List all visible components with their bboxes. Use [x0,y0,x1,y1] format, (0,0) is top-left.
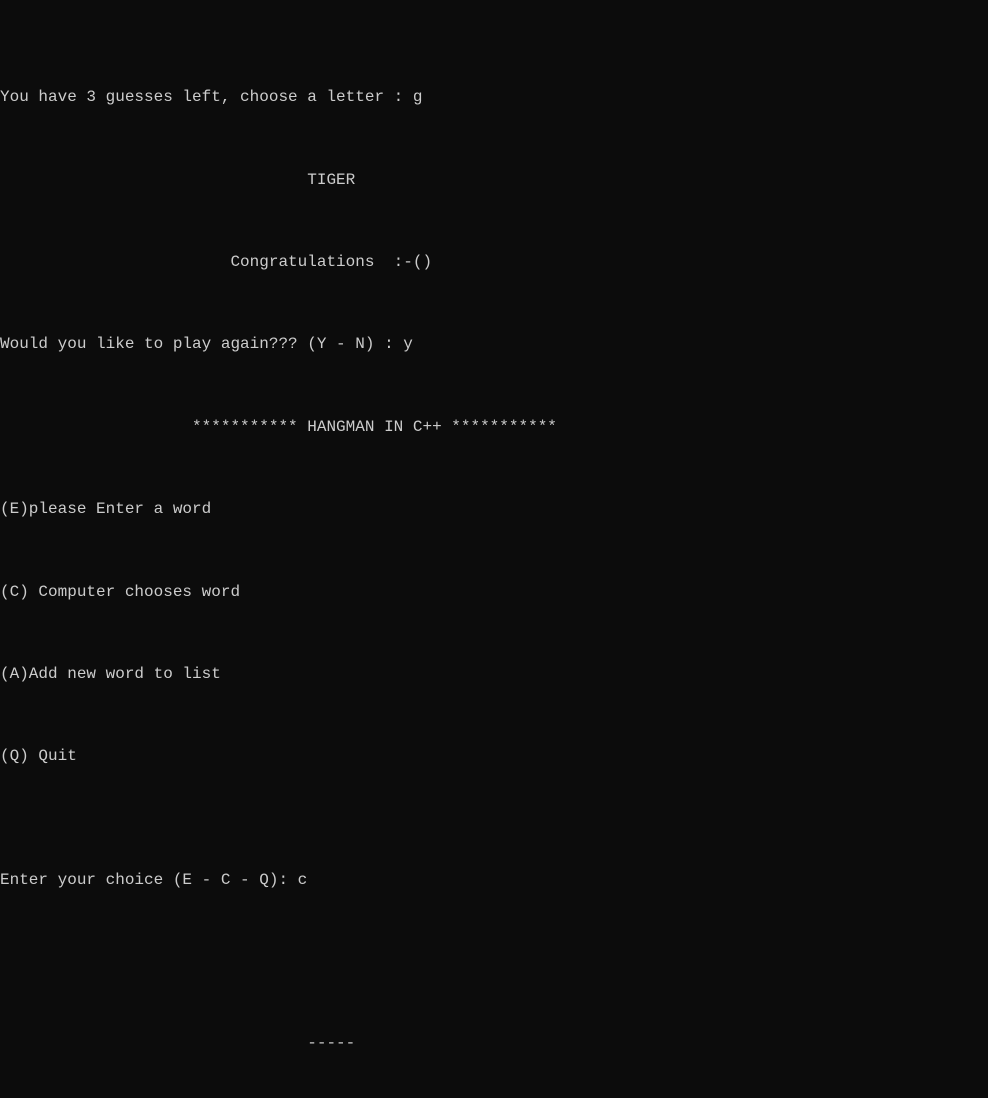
menu-option-c: (C) Computer chooses word [0,582,988,603]
blank-line [0,294,988,314]
output-line-congrats: Congratulations :-() [0,252,988,273]
blank-line [0,129,988,149]
blank-line [0,706,988,726]
output-line-choice-prompt: Enter your choice (E - C - Q): c [0,870,988,891]
blank-line [0,458,988,478]
menu-option-e: (E)please Enter a word [0,499,988,520]
blank-line [0,376,988,396]
blank-line [0,829,988,849]
output-line-guesses-3: You have 3 guesses left, choose a letter… [0,87,988,108]
blank-line [0,993,988,1013]
blank-line [0,952,988,972]
output-line-dashes: ----- [0,1033,988,1054]
output-line-play-again: Would you like to play again??? (Y - N) … [0,334,988,355]
menu-option-a: (A)Add new word to list [0,664,988,685]
blank-line [0,623,988,643]
blank-line [0,541,988,561]
blank-line [0,911,988,931]
blank-line [0,1075,988,1095]
menu-option-q: (Q) Quit [0,746,988,767]
output-line-title-banner: *********** HANGMAN IN C++ *********** [0,417,988,438]
blank-line [0,788,988,808]
output-line-word: TIGER [0,170,988,191]
blank-line [0,211,988,231]
